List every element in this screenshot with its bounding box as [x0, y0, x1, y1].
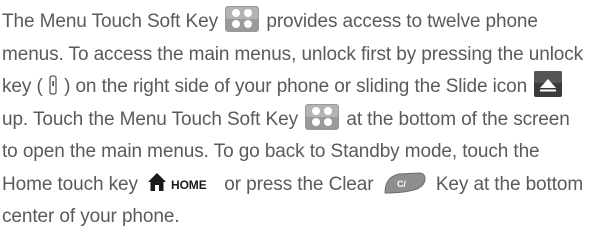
text-segment: up. Touch the Menu Touch Soft Key — [2, 108, 298, 130]
home-key-label: HOME — [171, 178, 207, 192]
text-segment: The Menu Touch Soft Key — [2, 11, 218, 32]
text-segment: key ( — [2, 76, 43, 97]
text-segment: Key at the bottom — [435, 173, 584, 195]
text-segment: at the bottom of the screen — [346, 108, 570, 130]
text-line-7: center of your phone. — [2, 206, 180, 227]
clear-key-icon: C/ — [384, 171, 426, 194]
text-segment: provides access to twelve phone — [266, 11, 538, 32]
text-segment: Home touch key — [2, 173, 138, 195]
text-line-5: to open the main menus. To go back to St… — [2, 141, 540, 162]
text-segment: ) on the right side of your phone or sli… — [64, 76, 528, 97]
menu-grid-icon — [225, 6, 260, 32]
clear-key-label: C/ — [397, 179, 406, 189]
text-line-6: Home touch key HOME or press the Clear C… — [2, 169, 609, 202]
text-line-4: up. Touch the Menu Touch Soft Key at the… — [2, 103, 609, 137]
text-line-2: menus. To access the main menus, unlock … — [2, 43, 584, 65]
instruction-paragraph: The Menu Touch Soft Key provides access … — [2, 6, 609, 234]
text-line-1: The Menu Touch Soft Key provides access … — [2, 6, 609, 39]
menu-grid-icon — [305, 103, 340, 130]
document-page: The Menu Touch Soft Key provides access … — [0, 0, 614, 240]
text-segment: or press the Clear — [224, 173, 374, 195]
slide-up-icon — [534, 71, 563, 97]
text-line-3: key ( ) on the right side of your phone … — [2, 71, 609, 104]
unlock-key-icon — [49, 75, 57, 95]
home-key-icon: HOME — [148, 172, 207, 192]
